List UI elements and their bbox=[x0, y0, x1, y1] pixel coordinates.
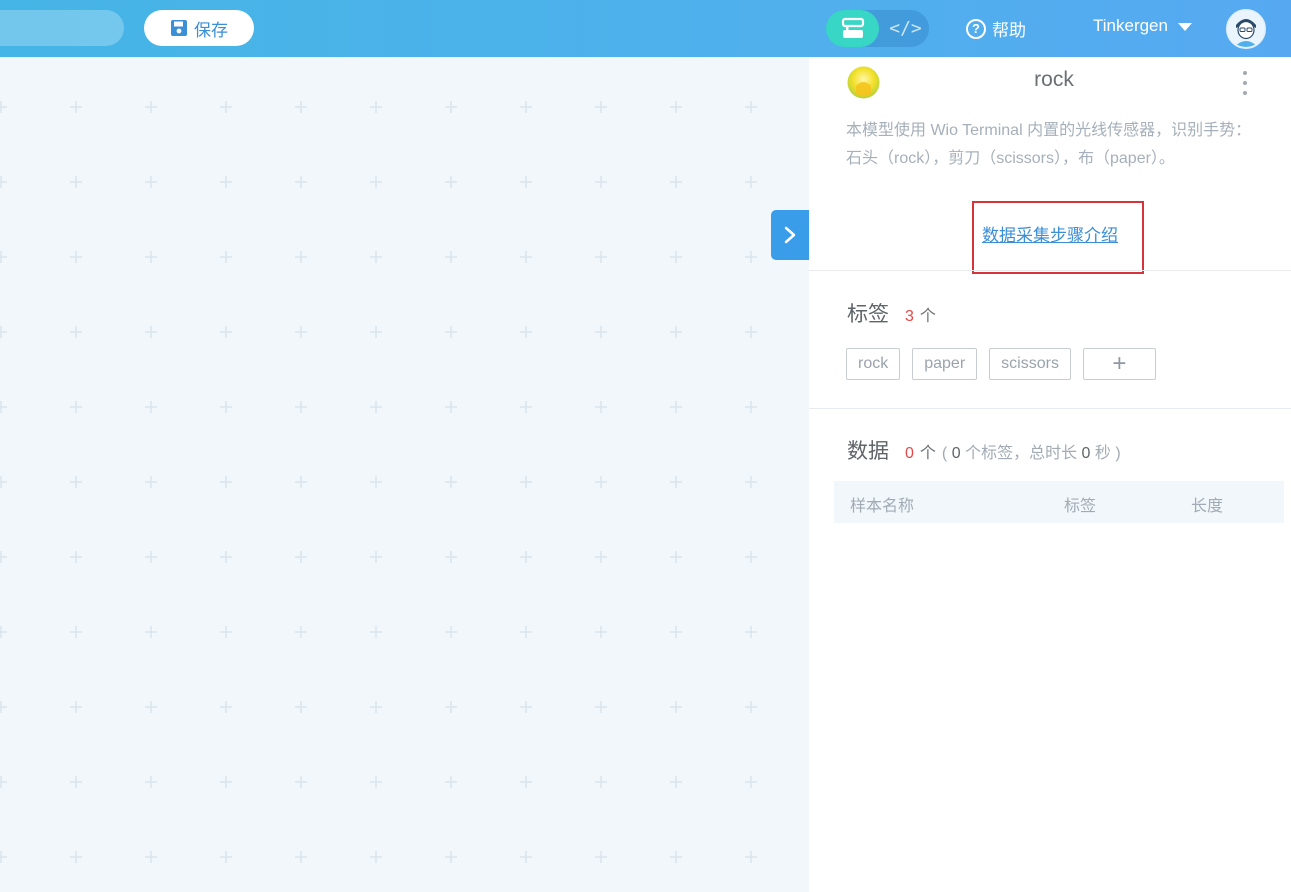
blocks-mode-button[interactable] bbox=[826, 10, 879, 47]
data-count: 0 bbox=[905, 445, 914, 462]
question-icon: ? bbox=[966, 18, 986, 39]
caret-down-icon bbox=[1177, 23, 1192, 31]
data-title: 数据 bbox=[847, 440, 889, 463]
model-title: rock bbox=[1034, 68, 1074, 91]
tag-rock[interactable]: rock bbox=[846, 348, 901, 380]
project-name-input[interactable] bbox=[0, 10, 124, 46]
model-panel: rock 本模型使用 Wio Terminal 内置的光线传感器，识别手势：石头… bbox=[809, 57, 1291, 892]
column-sample-name[interactable]: 样本名称 bbox=[850, 492, 914, 516]
add-tag-button[interactable]: + bbox=[1082, 348, 1156, 380]
duration-value: 0 bbox=[1081, 445, 1091, 462]
blocks-icon bbox=[841, 17, 864, 38]
tag-paper[interactable]: paper bbox=[912, 348, 978, 380]
labels-count: 3 bbox=[905, 308, 914, 325]
save-label: 保存 bbox=[194, 20, 228, 40]
data-count-unit: 个 bbox=[919, 445, 936, 462]
workspace-grid bbox=[0, 57, 809, 892]
divider bbox=[809, 408, 1291, 409]
avatar[interactable] bbox=[1226, 9, 1266, 49]
collapse-panel-button[interactable] bbox=[771, 210, 809, 260]
top-bar: 保存 </> ? 帮助 Tinkergen bbox=[0, 0, 1291, 57]
column-length[interactable]: 长度 bbox=[1191, 492, 1223, 516]
save-icon bbox=[171, 20, 187, 36]
labels-count-unit: 个 bbox=[919, 308, 936, 325]
samples-table-header: 样本名称 标签 长度 bbox=[834, 481, 1284, 523]
help-button[interactable]: ? 帮助 bbox=[966, 16, 1026, 41]
code-mode-button[interactable]: </> bbox=[882, 10, 929, 47]
user-avatar-icon bbox=[1228, 11, 1264, 47]
user-menu[interactable]: Tinkergen bbox=[1093, 16, 1192, 36]
label-count: 0 bbox=[951, 445, 961, 462]
more-options-icon[interactable] bbox=[1239, 71, 1251, 95]
labels-title: 标签 bbox=[847, 303, 889, 326]
tag-list: rock paper scissors + bbox=[846, 348, 1156, 380]
code-icon: </> bbox=[889, 18, 922, 39]
model-description: 本模型使用 Wio Terminal 内置的光线传感器，识别手势：石头（rock… bbox=[846, 122, 1252, 167]
username: Tinkergen bbox=[1093, 16, 1168, 35]
tag-scissors[interactable]: scissors bbox=[989, 348, 1071, 380]
blocks-workspace[interactable] bbox=[0, 57, 809, 892]
help-label: 帮助 bbox=[992, 21, 1026, 40]
data-count-detail: ( 0 个标签，总时长 0 秒 ) bbox=[941, 445, 1121, 462]
light-sensor-icon bbox=[847, 66, 880, 99]
data-collection-guide-link[interactable]: 数据采集步骤介绍 bbox=[809, 221, 1291, 246]
labels-section-title: 标签 3 个 bbox=[847, 298, 936, 328]
data-section-title: 数据 0 个 ( 0 个标签，总时长 0 秒 ) bbox=[847, 435, 1121, 465]
column-label[interactable]: 标签 bbox=[1064, 492, 1096, 516]
plus-icon: + bbox=[1112, 350, 1127, 377]
mode-toggle[interactable]: </> bbox=[826, 10, 929, 47]
divider bbox=[809, 270, 1291, 271]
chevron-right-icon bbox=[784, 226, 796, 244]
save-button[interactable]: 保存 bbox=[144, 10, 254, 46]
